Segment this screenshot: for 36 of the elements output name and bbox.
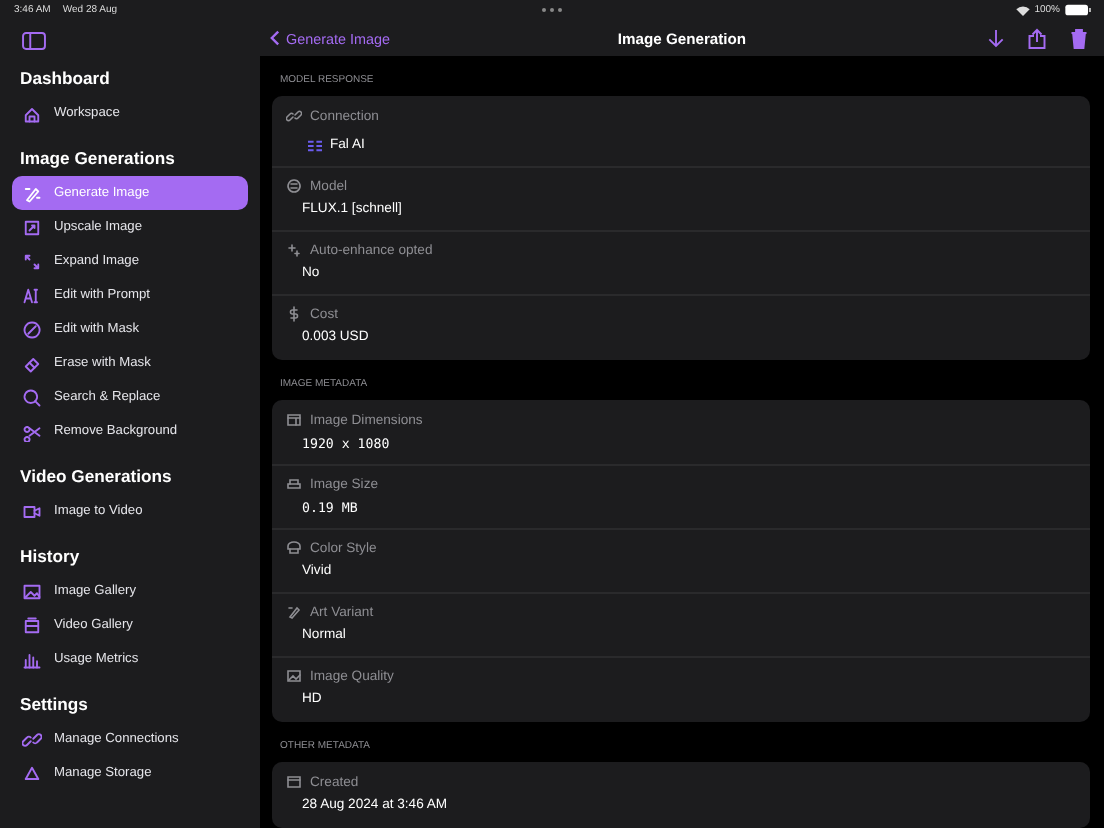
chevron-left-icon (270, 30, 280, 46)
gallery-icon (22, 615, 42, 635)
photo-icon (286, 668, 302, 684)
magic-wand-icon (22, 183, 42, 203)
search-icon (22, 387, 42, 407)
image-icon (22, 581, 42, 601)
trash-icon[interactable] (1070, 27, 1088, 49)
multitask-dots-icon[interactable] (540, 6, 564, 14)
download-icon[interactable] (988, 28, 1004, 48)
video-camera-icon (22, 501, 42, 521)
text-cursor-icon (22, 285, 42, 305)
sidebar-heading: Image Generations (20, 148, 177, 168)
layout-icon (286, 412, 302, 428)
sidebar-toggle-icon[interactable] (22, 32, 46, 50)
sparkle-icon (286, 242, 302, 258)
expand-arrows-icon (22, 251, 42, 271)
provider-logo-icon (308, 139, 322, 151)
battery-icon (1064, 4, 1092, 16)
wifi-icon (1016, 5, 1031, 15)
share-icon[interactable] (1028, 27, 1046, 49)
house-icon (22, 103, 42, 123)
sidebar-heading: Video Generations (20, 466, 174, 486)
sidebar-heading: History (20, 546, 82, 566)
scissors-icon (22, 421, 42, 441)
calendar-icon (286, 774, 302, 790)
storage-icon (22, 763, 42, 783)
dollar-icon (286, 306, 302, 322)
upscale-icon (22, 217, 42, 237)
link-icon (22, 729, 42, 749)
drive-icon (286, 476, 302, 492)
brush-icon (286, 604, 302, 620)
sidebar-heading: Settings (20, 694, 90, 714)
link-icon (286, 108, 302, 124)
bar-chart-icon (22, 649, 42, 669)
eraser-icon (22, 353, 42, 373)
sidebar-heading: Dashboard (20, 68, 112, 88)
